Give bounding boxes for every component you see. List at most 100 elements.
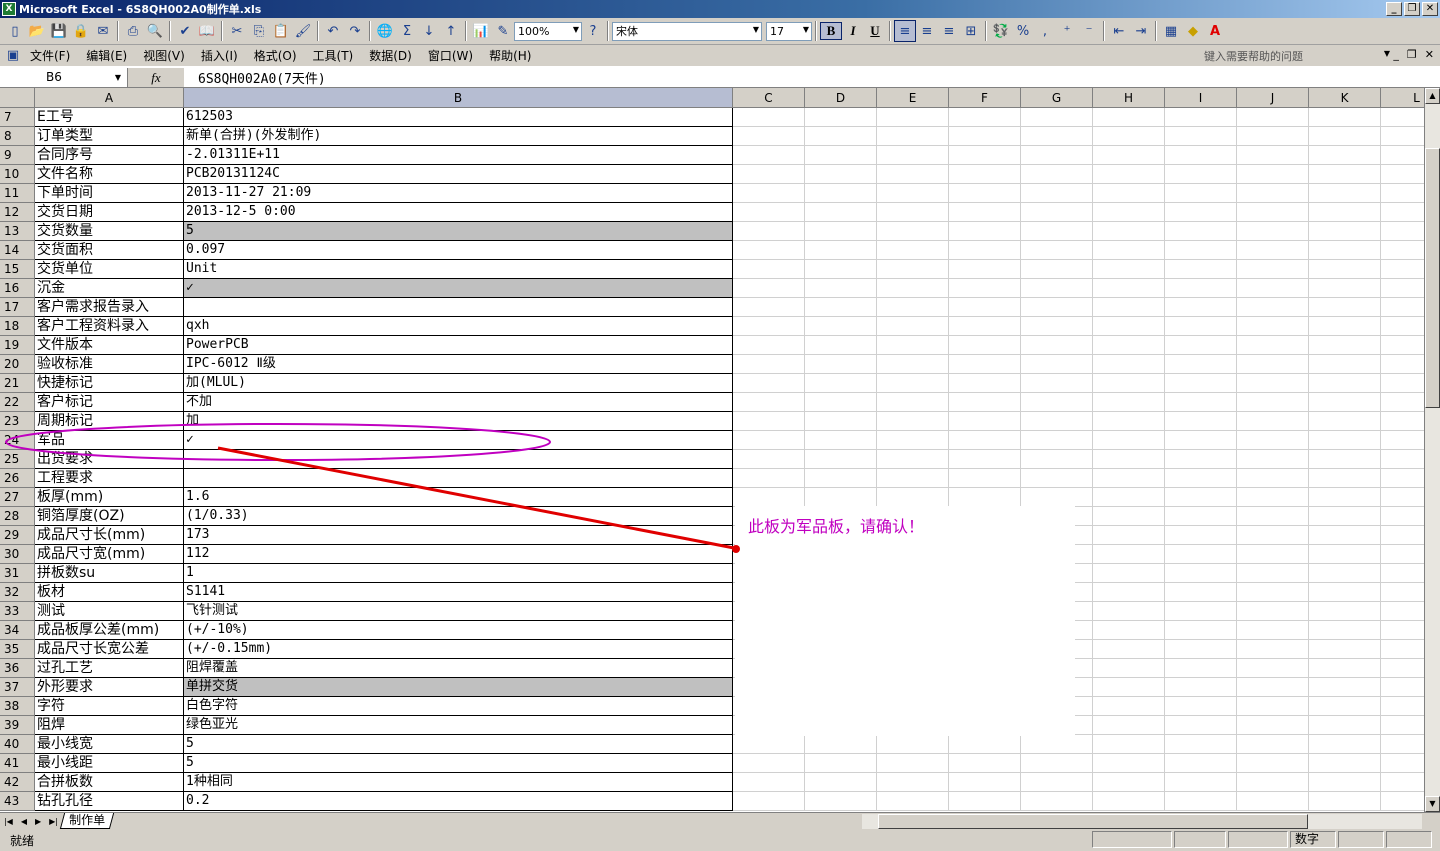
font-size-value: 17 — [770, 24, 784, 38]
increase-indent-icon[interactable]: ⇥ — [1130, 20, 1152, 42]
toolbar-separator — [985, 21, 987, 41]
status-panel — [1338, 831, 1384, 848]
toolbar-separator — [369, 21, 371, 41]
chevron-down-icon[interactable]: ▼ — [115, 73, 121, 82]
sheet-tab-label: 制作单 — [69, 813, 106, 827]
undo-icon[interactable]: ↶ — [322, 20, 344, 42]
font-color-icon[interactable]: A — [1204, 20, 1226, 42]
menu-insert[interactable]: 插入(I) — [193, 47, 246, 64]
decrease-indent-icon[interactable]: ⇤ — [1108, 20, 1130, 42]
vertical-scrollbar[interactable]: ▲ ▼ — [1424, 88, 1440, 812]
insert-function-icon[interactable]: fx — [128, 67, 184, 87]
chevron-down-icon[interactable]: ▼ — [753, 25, 759, 34]
minimize-button[interactable]: _ — [1386, 2, 1402, 16]
hyperlink-icon[interactable]: 🌐 — [374, 20, 396, 42]
align-left-icon[interactable]: ≡ — [894, 20, 916, 42]
sort-descending-icon[interactable]: ↑ — [440, 20, 462, 42]
name-box[interactable]: B6 ▼ — [0, 67, 128, 87]
document-icon[interactable]: ▣ — [4, 45, 22, 67]
borders-icon[interactable]: ▦ — [1160, 20, 1182, 42]
help-icon[interactable]: ? — [582, 20, 604, 42]
last-sheet-icon[interactable]: ▶| — [49, 817, 58, 826]
cut-icon[interactable]: ✂ — [226, 20, 248, 42]
scroll-up-icon[interactable]: ▲ — [1425, 88, 1440, 104]
help-question-input[interactable]: 键入需要帮助的问题 — [1200, 47, 1380, 65]
drawing-icon[interactable]: ✎ — [492, 20, 514, 42]
underline-button[interactable]: U — [864, 23, 886, 39]
first-sheet-icon[interactable]: |◀ — [4, 817, 13, 826]
font-name-combo[interactable]: 宋体 ▼ — [612, 21, 762, 41]
status-ready: 就绪 — [10, 833, 35, 848]
status-panel — [1092, 831, 1172, 848]
zoom-value: 100% — [518, 24, 550, 38]
percent-button[interactable]: % — [1012, 20, 1034, 42]
bold-button[interactable]: B — [820, 22, 842, 40]
fill-color-icon[interactable]: ◆ — [1182, 20, 1204, 42]
decrease-decimal-icon[interactable]: ⁻ — [1078, 20, 1100, 42]
menu-tools[interactable]: 工具(T) — [305, 47, 362, 64]
zoom-combo[interactable]: 100% ▼ — [514, 21, 582, 41]
next-sheet-icon[interactable]: ▶ — [35, 817, 41, 826]
mail-icon[interactable]: ✉ — [92, 20, 114, 42]
chevron-down-icon[interactable]: ▼ — [803, 25, 809, 34]
chevron-down-icon[interactable]: ▼ — [573, 25, 579, 34]
autosum-icon[interactable]: Σ — [396, 20, 418, 42]
sheet-tab-active[interactable]: 制作单 — [59, 813, 115, 829]
horizontal-scrollbar[interactable] — [862, 814, 1422, 829]
menu-data[interactable]: 数据(D) — [361, 47, 420, 64]
print-preview-icon[interactable]: 🔍 — [144, 20, 166, 42]
redo-icon[interactable]: ↷ — [344, 20, 366, 42]
doc-restore-icon[interactable]: ❐ — [1407, 48, 1417, 61]
toolbar-separator — [1155, 21, 1157, 41]
menu-file[interactable]: 文件(F) — [22, 47, 78, 64]
chart-wizard-icon[interactable]: 📊 — [470, 20, 492, 42]
restore-button[interactable]: ❐ — [1404, 2, 1420, 16]
toolbar-separator — [465, 21, 467, 41]
formula-input[interactable]: 6S8QH002A0(7天件) — [184, 68, 326, 87]
paste-icon[interactable]: 📋 — [270, 20, 292, 42]
menu-window[interactable]: 窗口(W) — [420, 47, 481, 64]
currency-icon[interactable]: 💱 — [990, 20, 1012, 42]
save-icon[interactable]: 💾 — [48, 20, 70, 42]
prev-sheet-icon[interactable]: ◀ — [21, 817, 27, 826]
toolbar-separator — [221, 21, 223, 41]
italic-button[interactable]: I — [842, 23, 864, 39]
sort-ascending-icon[interactable]: ↓ — [418, 20, 440, 42]
excel-app-icon[interactable]: X — [2, 2, 16, 16]
increase-decimal-icon[interactable]: ⁺ — [1056, 20, 1078, 42]
new-file-icon[interactable]: ▯ — [4, 20, 26, 42]
annotation-arrow — [217, 446, 735, 550]
toolbar-separator — [1103, 21, 1105, 41]
permission-icon[interactable]: 🔒 — [70, 20, 92, 42]
copy-icon[interactable]: ⎘ — [248, 20, 270, 42]
open-folder-icon[interactable]: 📂 — [26, 20, 48, 42]
menu-format[interactable]: 格式(O) — [246, 47, 305, 64]
highlight-ellipse — [5, 423, 551, 461]
comma-button[interactable]: , — [1034, 20, 1056, 42]
horizontal-scroll-thumb[interactable] — [878, 814, 1308, 829]
worksheet-grid[interactable]: ABCDEFGHIJKL 7 E工号 612503 8 订单类型 新单(合拼)(外发制作)… — [0, 88, 1424, 812]
close-button[interactable]: ✕ — [1422, 2, 1438, 16]
vertical-scroll-thumb[interactable] — [1425, 148, 1440, 408]
toolbar-separator — [607, 21, 609, 41]
status-panel — [1386, 831, 1432, 848]
doc-minimize-icon[interactable]: _ — [1393, 48, 1399, 61]
menu-edit[interactable]: 编辑(E) — [78, 47, 135, 64]
standard-toolbar: ▯ 📂 💾 🔒 ✉ ⎙ 🔍 ✔ 📖 ✂ ⎘ 📋 🖌 ↶ ↷ 🌐 Σ ↓ ↑ 📊 … — [0, 18, 1440, 45]
scroll-down-icon[interactable]: ▼ — [1425, 796, 1440, 812]
doc-close-icon[interactable]: ✕ — [1425, 48, 1434, 61]
status-panel — [1174, 831, 1226, 848]
title-bar: X Microsoft Excel - 6S8QH002A0制作单.xls _ … — [0, 0, 1440, 18]
research-icon[interactable]: 📖 — [196, 20, 218, 42]
align-center-icon[interactable]: ≡ — [916, 20, 938, 42]
merge-center-icon[interactable]: ⊞ — [960, 20, 982, 42]
menu-help[interactable]: 帮助(H) — [481, 47, 539, 64]
menu-view[interactable]: 视图(V) — [135, 47, 193, 64]
chevron-down-icon[interactable]: ▼ — [1384, 49, 1390, 58]
font-size-combo[interactable]: 17 ▼ — [766, 21, 812, 41]
print-icon[interactable]: ⎙ — [122, 20, 144, 42]
arrow-head — [732, 545, 740, 553]
format-painter-icon[interactable]: 🖌 — [292, 20, 314, 42]
spelling-icon[interactable]: ✔ — [174, 20, 196, 42]
align-right-icon[interactable]: ≡ — [938, 20, 960, 42]
